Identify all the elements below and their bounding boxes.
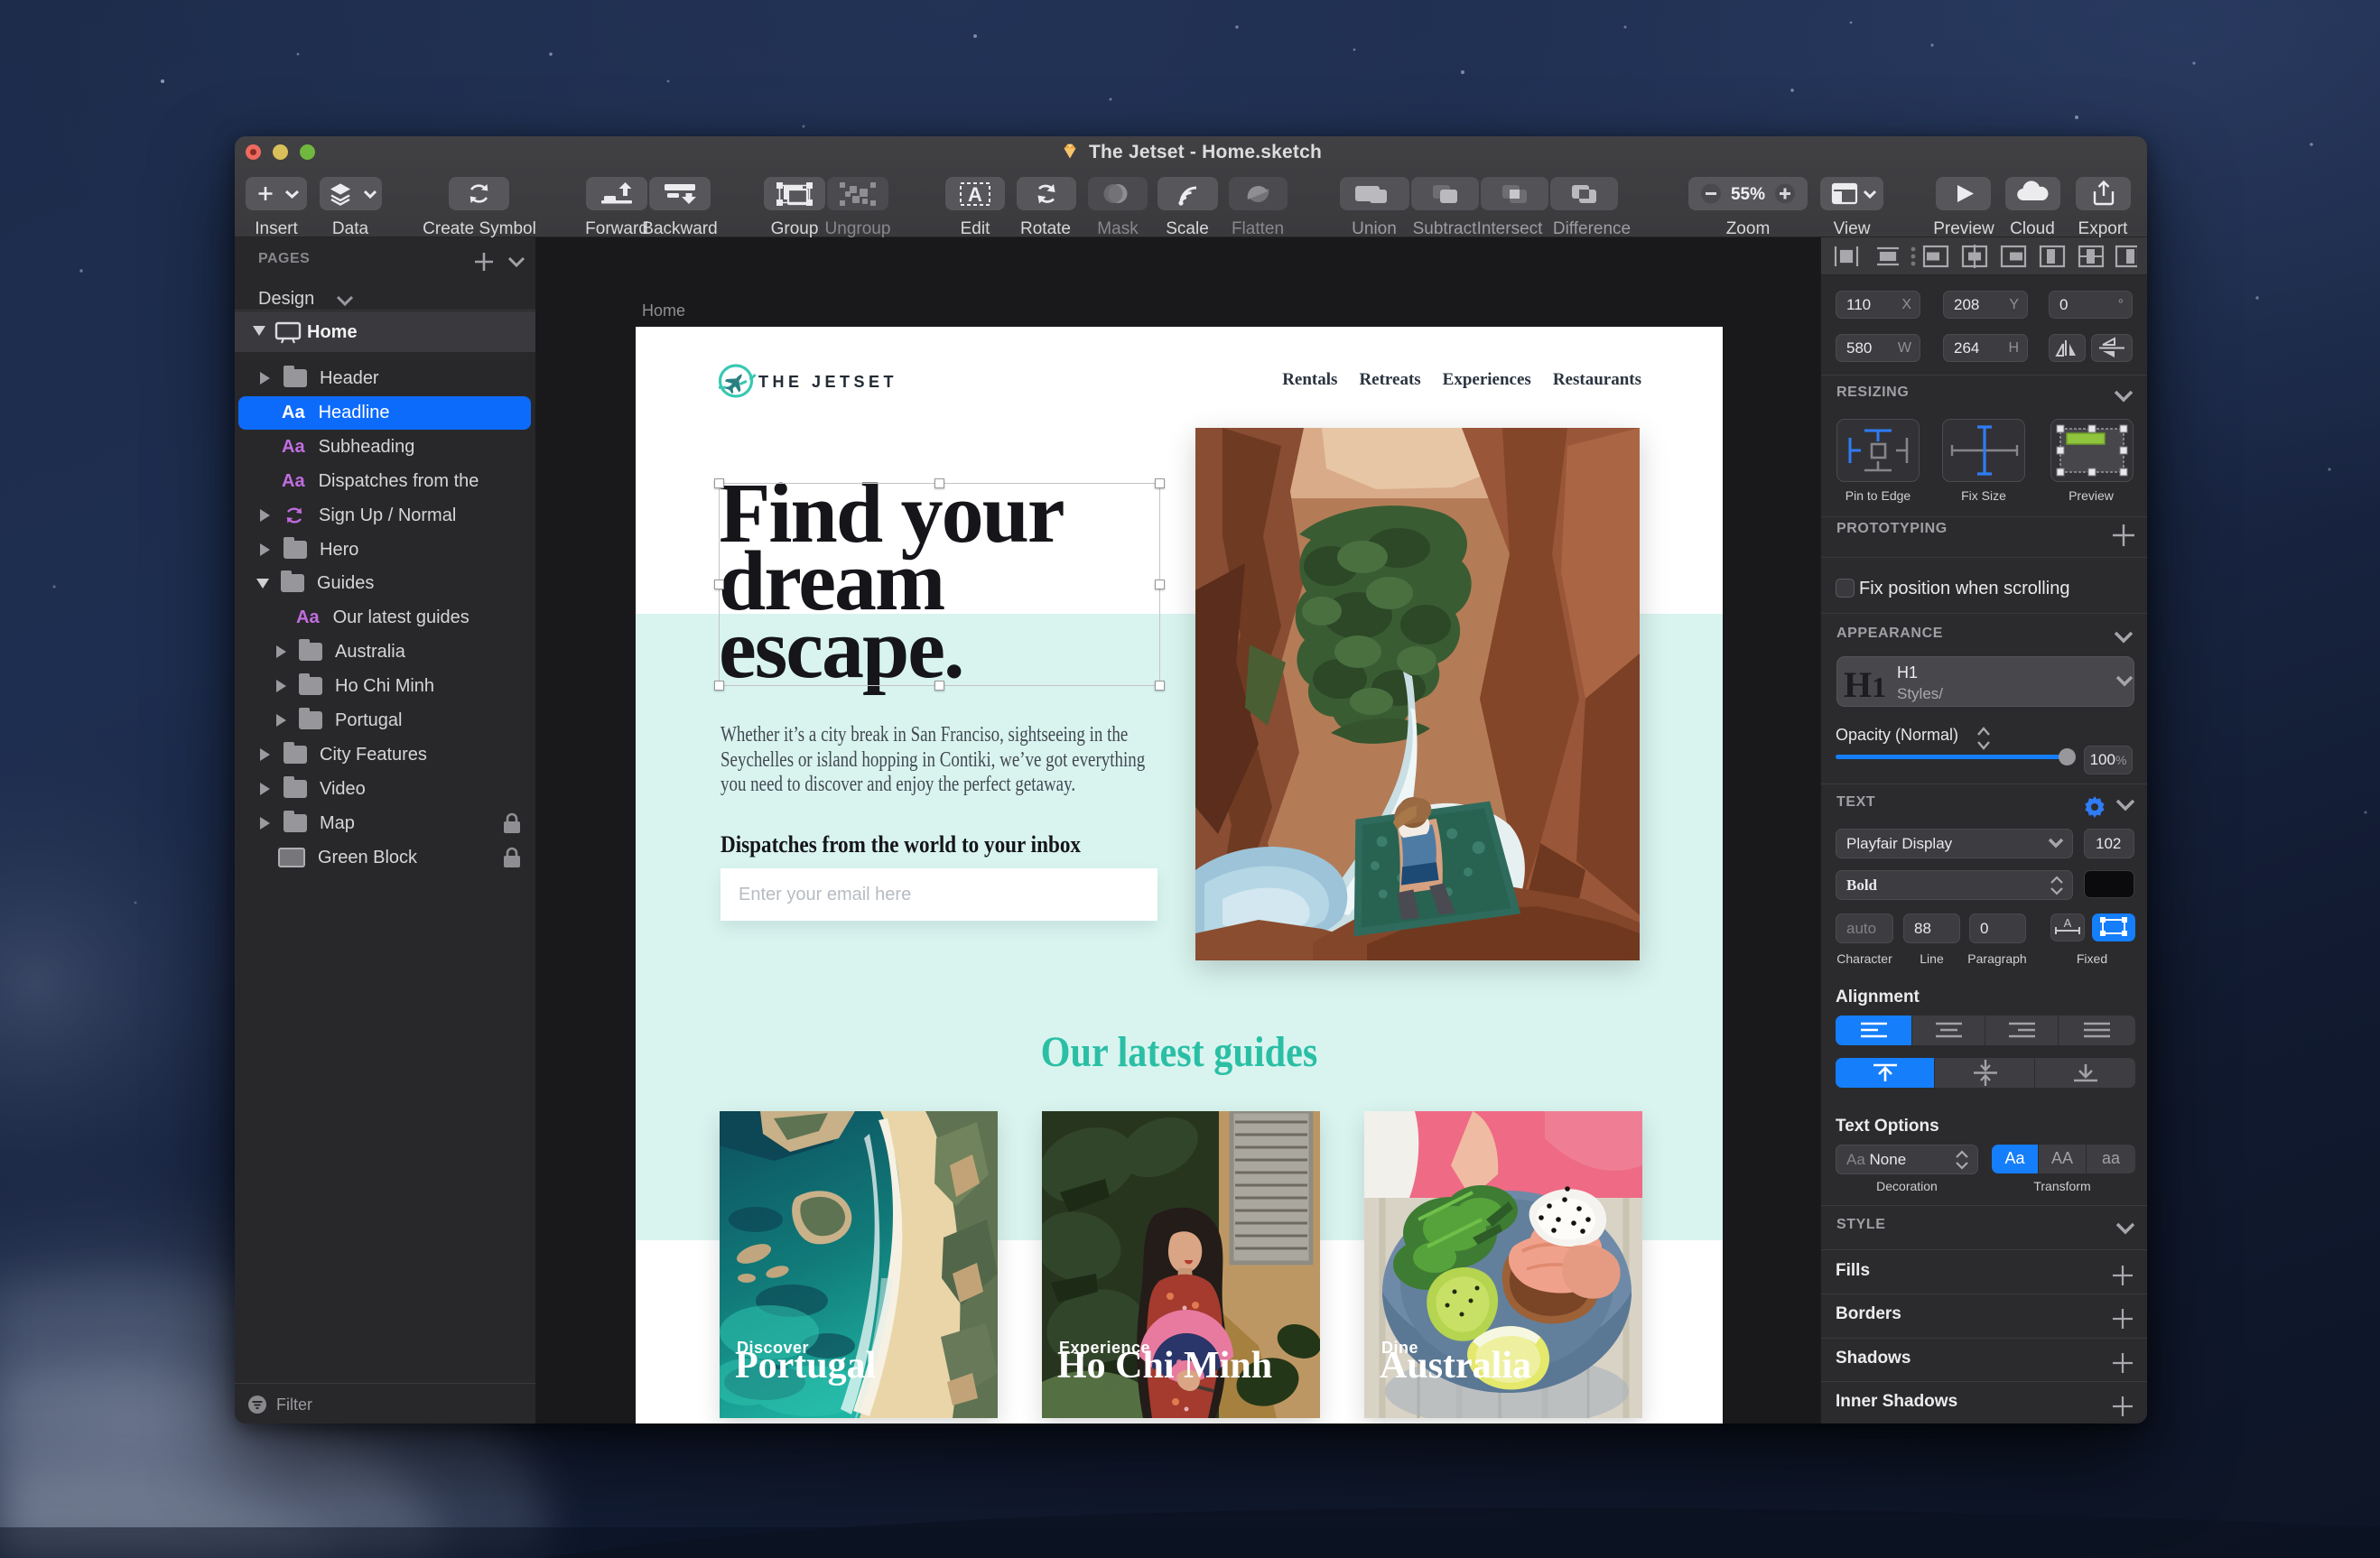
svg-text:55%: 55% <box>1731 185 1765 204</box>
svg-text:A: A <box>968 183 982 206</box>
svg-text:A: A <box>2064 916 2072 930</box>
